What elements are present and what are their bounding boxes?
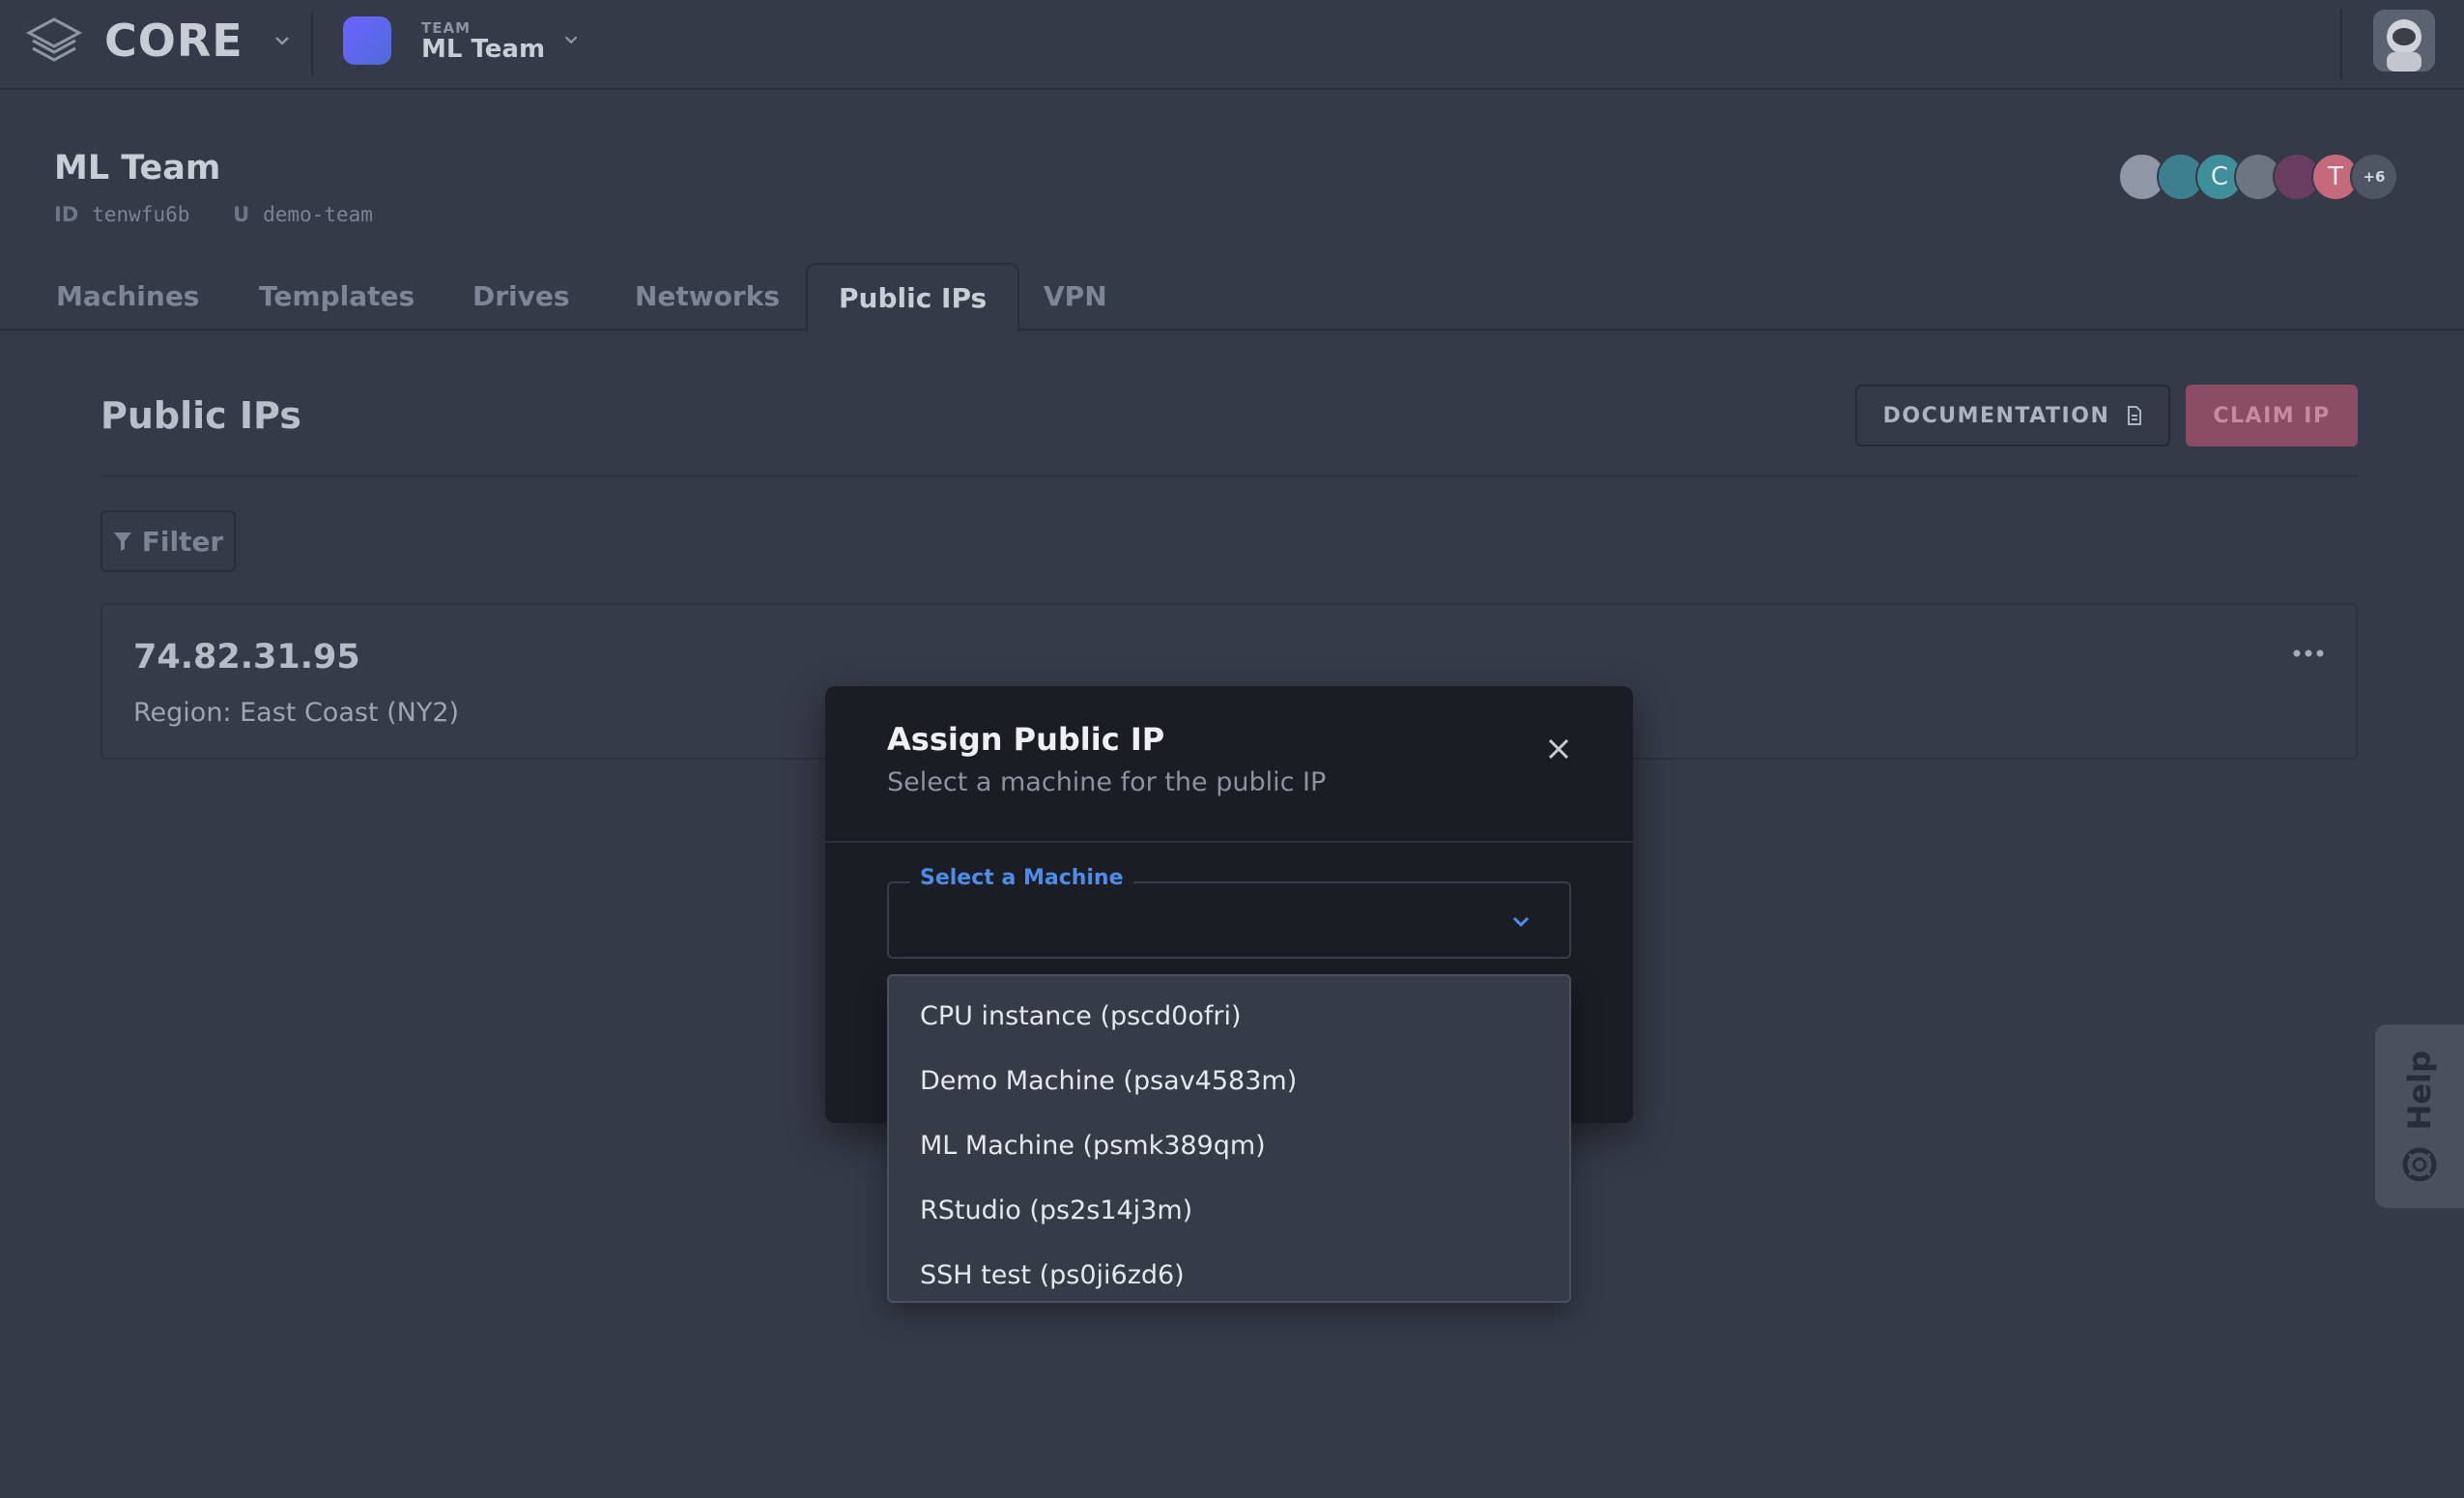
document-icon <box>2128 406 2142 425</box>
astronaut-avatar-icon <box>2373 10 2435 72</box>
filter-icon <box>113 533 131 551</box>
more-members-badge[interactable]: +6 <box>2350 153 2398 201</box>
tab-drives[interactable]: Drives <box>473 263 570 331</box>
team-id-key: ID <box>54 203 79 226</box>
filter-button[interactable]: Filter <box>100 510 236 572</box>
chevron-down-icon[interactable] <box>271 29 294 52</box>
top-bar: CORE TEAM ML Team <box>0 0 2464 90</box>
logo[interactable]: CORE <box>25 14 244 68</box>
ip-address: 74.82.31.95 <box>133 638 360 677</box>
app-root: CORE TEAM ML Team ML Team ID tenwfu6b Ude… <box>0 0 2464 1498</box>
user-avatar[interactable] <box>2373 10 2435 72</box>
divider <box>100 475 2358 477</box>
page-title: Public IPs <box>100 394 301 437</box>
close-icon[interactable] <box>1546 736 1571 762</box>
team-meta: ID tenwfu6b Udemo-team <box>54 203 404 226</box>
chevron-down-icon[interactable] <box>1509 910 1533 934</box>
modal-title: Assign Public IP <box>887 721 1165 758</box>
help-label: Help <box>2401 1050 2438 1131</box>
team-members[interactable]: C T +6 <box>2118 153 2398 205</box>
team-id-value: tenwfu6b <box>92 203 190 226</box>
help-tab[interactable]: Help <box>2375 1024 2464 1208</box>
tab-bar: Machines Templates Drives Networks Publi… <box>0 263 2464 332</box>
machine-dropdown: CPU instance (pscd0ofri) Demo Machine (p… <box>887 974 1571 1303</box>
divider <box>311 12 313 75</box>
documentation-button[interactable]: DOCUMENTATION <box>1855 385 2170 447</box>
more-members-count: +6 <box>2363 168 2386 186</box>
divider <box>825 841 1633 843</box>
claim-ip-button[interactable]: CLAIM IP <box>2186 385 2358 447</box>
documentation-label: DOCUMENTATION <box>1882 403 2110 428</box>
tab-machines[interactable]: Machines <box>56 263 199 331</box>
team-u-key: U <box>233 203 250 226</box>
filter-label: Filter <box>141 525 224 558</box>
chevron-down-icon[interactable] <box>560 29 582 50</box>
logo-text: CORE <box>104 14 244 67</box>
lifebuoy-icon <box>2402 1147 2437 1182</box>
machine-select-label: Select a Machine <box>910 866 1133 890</box>
modal-subtitle: Select a machine for the public IP <box>887 767 1327 797</box>
machine-select[interactable]: Select a Machine <box>887 866 1571 959</box>
team-title: ML Team <box>54 149 221 187</box>
tab-templates[interactable]: Templates <box>259 263 415 331</box>
machine-option[interactable]: CPU instance (pscd0ofri) <box>889 988 1569 1052</box>
tab-networks[interactable]: Networks <box>635 263 780 331</box>
ip-region: Region: East Coast (NY2) <box>133 698 460 728</box>
tab-vpn[interactable]: VPN <box>1044 263 1107 331</box>
team-switcher-name[interactable]: ML Team <box>421 35 545 64</box>
machine-option[interactable]: SSH test (ps0ji6zd6) <box>889 1247 1569 1311</box>
machine-option[interactable]: RStudio (ps2s14j3m) <box>889 1182 1569 1247</box>
more-options-icon[interactable] <box>2292 648 2325 659</box>
team-u-value: demo-team <box>263 203 373 226</box>
tab-public-ips[interactable]: Public IPs <box>806 263 1020 332</box>
machine-option[interactable]: ML Machine (psmk389qm) <box>889 1117 1569 1182</box>
team-avatar[interactable] <box>343 16 391 65</box>
layers-logo-icon <box>25 17 83 62</box>
divider <box>2340 10 2342 79</box>
machine-option[interactable]: Demo Machine (psav4583m) <box>889 1052 1569 1117</box>
